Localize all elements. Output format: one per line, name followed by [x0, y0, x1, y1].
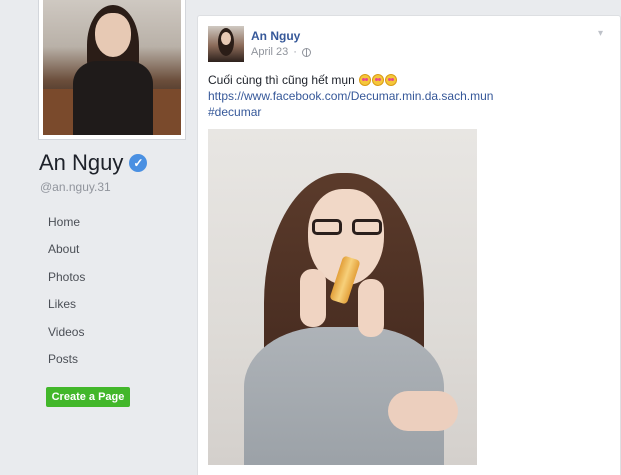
profile-name[interactable]: An Nguy ✓ — [39, 150, 148, 176]
grin-emoji-icon — [359, 74, 372, 86]
post-message-text: Cuối cùng thì cũng hết mụn — [208, 73, 355, 87]
post-date[interactable]: April 23 — [251, 46, 288, 58]
post-meta: April 23 · — [251, 46, 311, 58]
post-message: Cuối cùng thì cũng hết mụn — [208, 72, 493, 88]
post-body: Cuối cùng thì cũng hết mụn https://www.f… — [208, 72, 493, 120]
verified-badge-icon: ✓ — [129, 154, 148, 172]
post-author-name[interactable]: An Nguy — [251, 29, 300, 43]
nav-item-photos[interactable]: Photos — [48, 268, 85, 295]
post-link[interactable]: https://www.facebook.com/Decumar.min.da.… — [208, 88, 493, 104]
post-options-chevron-down-icon[interactable]: ▾ — [598, 28, 610, 39]
nav-item-videos[interactable]: Videos — [48, 323, 85, 350]
nav-item-likes[interactable]: Likes — [48, 295, 85, 322]
grin-emoji-icon — [385, 74, 398, 86]
profile-photo-image — [43, 0, 181, 135]
profile-handle: @an.nguy.31 — [40, 180, 111, 194]
create-page-button[interactable]: Create a Page — [46, 387, 130, 407]
profile-picture[interactable] — [38, 0, 186, 140]
nav-item-about[interactable]: About — [48, 240, 85, 267]
post-hashtag[interactable]: #decumar — [208, 104, 493, 120]
globe-icon[interactable] — [301, 47, 311, 57]
post-card: An Nguy April 23 · ▾ Cuối cùng thì cũng … — [197, 15, 621, 475]
nav-item-home[interactable]: Home — [48, 213, 85, 240]
post-author-avatar[interactable] — [208, 26, 244, 62]
profile-name-text[interactable]: An Nguy — [39, 150, 123, 176]
post-photo[interactable] — [208, 129, 477, 465]
grin-emoji-icon — [372, 74, 385, 86]
profile-side-nav: Home About Photos Likes Videos Posts — [48, 213, 85, 377]
nav-item-posts[interactable]: Posts — [48, 350, 85, 377]
